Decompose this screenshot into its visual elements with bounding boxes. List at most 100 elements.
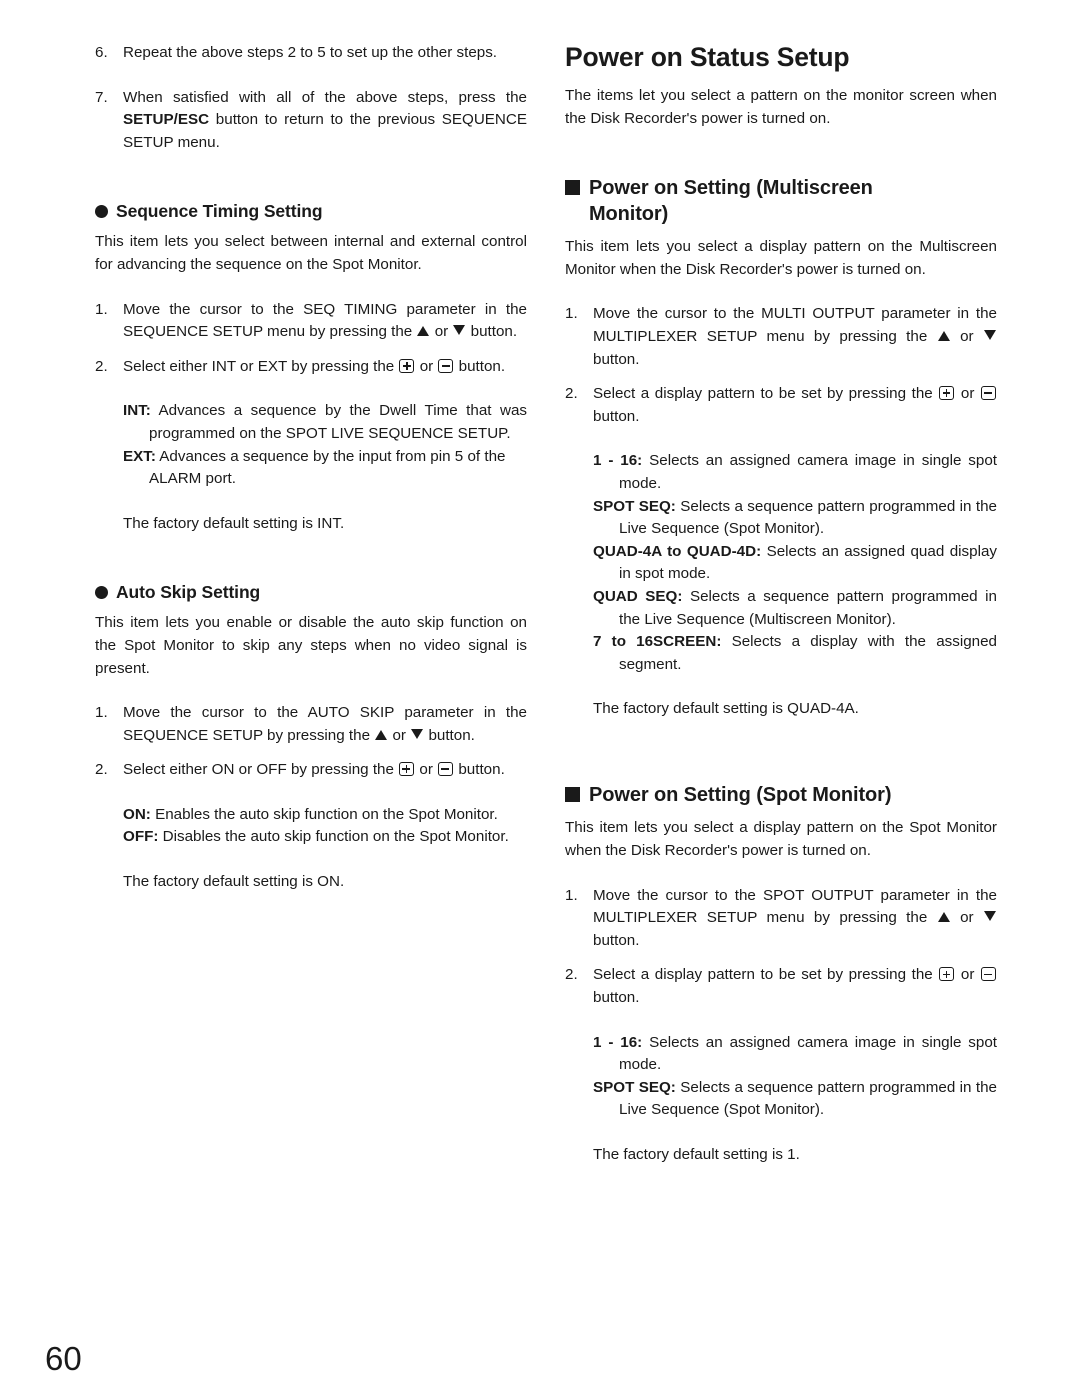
definition-text: Selects a sequence pattern programmed in… (619, 1078, 998, 1119)
definition-text: Selects an assigned camera image in sing… (619, 1033, 997, 1074)
triangle-down-icon (411, 728, 424, 739)
section-heading-multiscreen: Power on Setting (Multiscreen Monitor) (565, 176, 997, 227)
subsection-heading-sequence-timing: Sequence Timing Setting (95, 200, 527, 222)
subsection-intro: This item lets you enable or disable the… (95, 614, 527, 677)
section-intro: This item lets you select a display patt… (565, 819, 997, 859)
circle-bullet-icon (95, 586, 108, 600)
triangle-up-icon (375, 729, 388, 740)
step-number: 2. (565, 966, 578, 984)
step-item: 2. Select either INT or EXT by pressing … (95, 356, 527, 379)
default-setting-note: The factory default setting is ON. (123, 873, 345, 891)
definition-term: QUAD-4A to QUAD-4D: (593, 542, 762, 560)
document-page: 6. Repeat the above steps 2 to 5 to set … (0, 0, 1080, 1397)
step-text-c: button. (466, 323, 518, 341)
triangle-up-icon (417, 326, 430, 337)
step-number: 2. (565, 385, 578, 403)
subsection-heading-label: Sequence Timing Setting (116, 201, 323, 222)
step-text-a: Select a display pattern to be set by pr… (593, 966, 939, 984)
step-number: 1. (95, 704, 108, 722)
definition-term: EXT: (123, 447, 156, 465)
step-text-b: or (955, 385, 980, 403)
definition-item: 1 - 16: Selects an assigned camera image… (593, 450, 997, 495)
circle-bullet-icon (95, 205, 108, 219)
definition-term: QUAD SEQ: (593, 587, 683, 605)
definition-text: Selects a sequence pattern programmed in… (619, 497, 998, 538)
square-bullet-icon (565, 180, 580, 196)
definition-item: 7 to 16SCREEN: Selects a display with th… (593, 631, 997, 676)
definition-block: 1 - 16: Selects an assigned camera image… (565, 1032, 997, 1122)
definition-item: EXT: Advances a sequence by the input fr… (123, 446, 527, 491)
step-text-c: button. (424, 726, 475, 744)
definition-text: Advances a sequence by the Dwell Time th… (149, 402, 527, 442)
minus-key-icon (438, 358, 454, 373)
definition-term: INT: (123, 402, 151, 420)
definition-item: INT: Advances a sequence by the Dwell Ti… (123, 400, 527, 445)
section-heading-label: Power on Setting (Spot Monitor) (589, 783, 892, 806)
page-intro: The items let you select a pattern on th… (565, 87, 997, 127)
definition-item: SPOT SEQ: Selects a sequence pattern pro… (593, 496, 997, 541)
step-text-b: or (950, 909, 983, 927)
step-item: 7. When satisfied with all of the above … (95, 87, 527, 155)
step-text-c: button. (593, 350, 640, 368)
minus-key-icon (438, 762, 454, 777)
triangle-down-icon (453, 325, 466, 336)
triangle-up-icon (937, 330, 950, 341)
definition-item: ON: Enables the auto skip function on th… (123, 804, 527, 827)
plus-key-icon (939, 967, 955, 982)
step-text-b: or (955, 966, 980, 984)
plus-key-icon (939, 386, 955, 401)
step-text-a: Move the cursor to the SPOT OUTPUT param… (593, 886, 997, 927)
definition-term: 7 to 16SCREEN: (593, 633, 722, 651)
definition-text: Enables the auto skip function on the Sp… (150, 805, 498, 823)
step-item: 1. Move the cursor to the SPOT OUTPUT pa… (565, 885, 997, 953)
subsection-heading-auto-skip: Auto Skip Setting (95, 581, 527, 603)
subsection-heading-label: Auto Skip Setting (116, 582, 261, 603)
definition-item: 1 - 16: Selects an assigned camera image… (593, 1032, 997, 1077)
default-setting-note: The factory default setting is QUAD-4A. (593, 700, 859, 718)
plus-key-icon (399, 358, 415, 373)
step-item: 6. Repeat the above steps 2 to 5 to set … (95, 42, 527, 65)
section-intro: This item lets you select a display patt… (565, 238, 997, 278)
left-column: 6. Repeat the above steps 2 to 5 to set … (95, 42, 527, 894)
step-text-c: button. (593, 988, 640, 1006)
definition-term: 1 - 16: (593, 1033, 643, 1051)
setup-esc-label: SETUP/ESC (123, 111, 210, 129)
step-text-a: Move the cursor to the MULTI OUTPUT para… (593, 305, 997, 345)
definition-text: Selects an assigned camera image in sing… (619, 452, 997, 492)
definition-block: 1 - 16: Selects an assigned camera image… (565, 450, 997, 676)
step-text-b: or (430, 323, 453, 341)
step-number: 2. (95, 357, 108, 375)
step-number: 7. (95, 88, 108, 106)
step-number: 1. (565, 886, 578, 904)
definition-item: OFF: Disables the auto skip function on … (123, 826, 527, 849)
section-heading-spot: Power on Setting (Spot Monitor) (565, 783, 997, 809)
page-number: 60 (45, 1340, 82, 1377)
step-text-c: button. (454, 357, 506, 375)
definition-term: ON: (123, 805, 151, 823)
step-text-b: or (950, 327, 983, 345)
step-number: 6. (95, 44, 108, 61)
triangle-down-icon (984, 329, 996, 340)
triangle-down-icon (984, 911, 996, 922)
step-item: 2. Select a display pattern to be set by… (565, 383, 997, 428)
default-setting-note: The factory default setting is INT. (123, 514, 345, 532)
definition-text: Advances a sequence by the input from pi… (149, 447, 506, 488)
step-item: 1. Move the cursor to the AUTO SKIP para… (95, 702, 527, 747)
default-setting-note: The factory default setting is 1. (593, 1145, 800, 1163)
